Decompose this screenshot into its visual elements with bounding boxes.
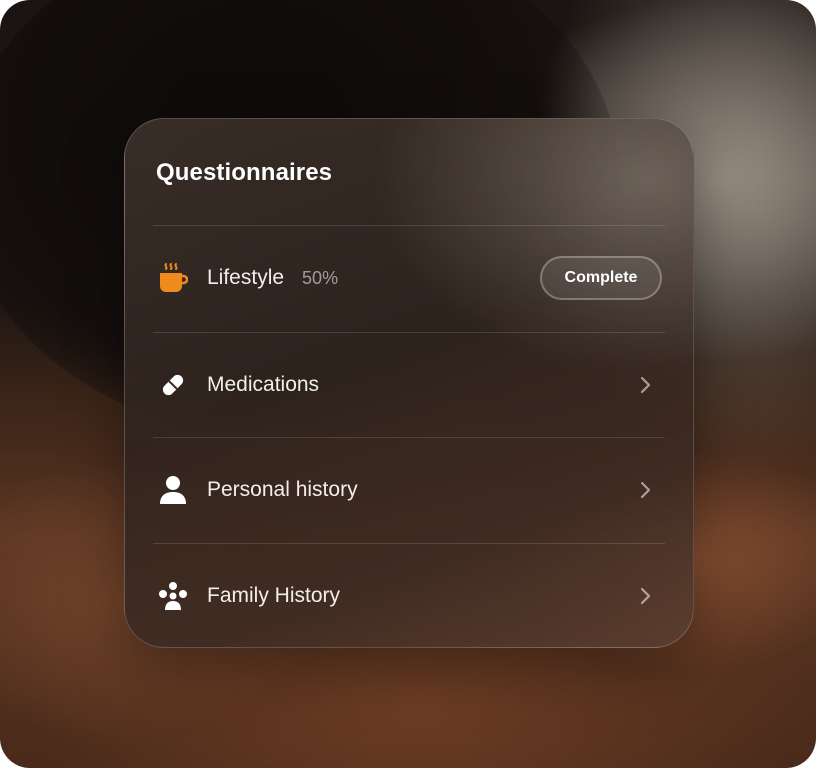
person-icon — [153, 470, 193, 510]
progress-percent: 50% — [302, 267, 339, 288]
questionnaire-label: Family History — [207, 584, 341, 607]
card-title: Questionnaires — [156, 159, 333, 186]
coffee-cup-icon — [153, 258, 193, 298]
questionnaire-item-medications[interactable]: Medications — [153, 333, 665, 437]
complete-button[interactable]: Complete — [540, 256, 662, 300]
pill-icon — [153, 365, 193, 405]
questionnaires-card: Questionnaires Lifestyle 50% Complete Me… — [124, 118, 694, 648]
chevron-right-icon — [633, 373, 657, 397]
questionnaire-item-personal-history[interactable]: Personal history — [153, 438, 665, 542]
family-icon — [153, 576, 193, 616]
questionnaire-label: Lifestyle — [207, 266, 285, 289]
questionnaire-item-family-history[interactable]: Family History — [153, 544, 665, 648]
chevron-right-icon — [633, 584, 657, 608]
questionnaire-label: Medications — [207, 373, 320, 396]
questionnaire-item-lifestyle[interactable]: Lifestyle 50% Complete — [153, 226, 665, 330]
questionnaire-label: Personal history — [207, 478, 358, 501]
chevron-right-icon — [633, 478, 657, 502]
